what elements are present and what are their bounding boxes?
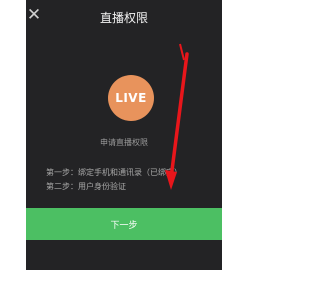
header: ✕ 直播权限 [26,0,222,38]
page-title: 直播权限 [99,11,148,25]
live-icon: LIVE [108,75,154,121]
step-1-text: 第一步：绑定手机和通讯录（已绑定） [46,168,182,177]
next-step-button[interactable]: 下一步 [26,208,222,240]
step-2-text: 第二步：用户身份验证 [46,182,126,191]
apply-live-label: 申请直播权限 [100,138,148,147]
phone-screen: ✕ 直播权限 LIVE 申请直播权限 第一步：绑定手机和通讯录（已绑定） 第二步… [26,0,222,270]
